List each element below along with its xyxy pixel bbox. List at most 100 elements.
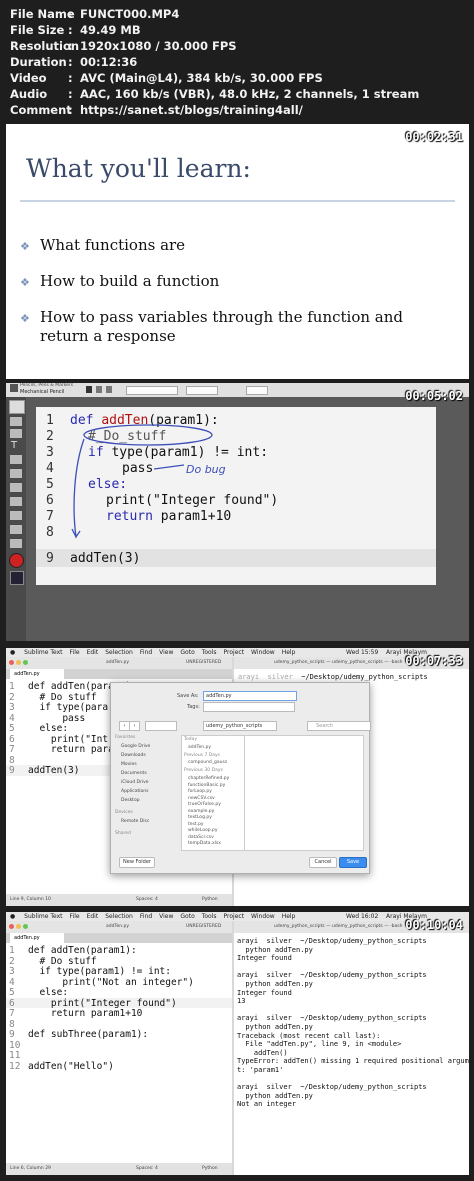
minimize-window-icon[interactable] <box>16 660 21 665</box>
sidebar-item[interactable]: Applications <box>121 789 149 794</box>
forward-icon[interactable]: › <box>129 721 140 731</box>
menu-project[interactable]: Project <box>224 913 245 920</box>
menu-selection[interactable]: Selection <box>105 649 133 656</box>
file-list-item[interactable]: example.py <box>188 809 214 814</box>
file-list[interactable]: Today Previous 7 Days Previous 30 Days a… <box>181 735 245 851</box>
menu-view[interactable]: View <box>159 649 173 656</box>
select-tool-icon[interactable] <box>10 469 22 478</box>
code-line: print("Integer found") <box>28 997 177 1009</box>
editor-titlebar: addTen.py UNREGISTERED <box>6 921 232 933</box>
menu-selection[interactable]: Selection <box>105 913 133 920</box>
sidebar-item[interactable]: Desktop <box>121 798 140 803</box>
redo-icon[interactable] <box>106 386 112 393</box>
new-folder-button[interactable]: New Folder <box>119 857 155 868</box>
tags-input[interactable] <box>203 702 295 712</box>
apple-icon[interactable]: ● <box>10 913 15 920</box>
line-number: 6 <box>9 997 15 1009</box>
hand-tool-icon[interactable] <box>10 525 22 534</box>
file-list-item[interactable]: addTen.py <box>188 745 211 750</box>
code-line: if type(param1) != int: <box>28 966 171 977</box>
menu-project[interactable]: Project <box>224 649 245 656</box>
menu-help[interactable]: Help <box>282 913 296 920</box>
file-list-item[interactable]: test.py <box>188 822 204 827</box>
eraser-tool-icon[interactable] <box>10 455 22 464</box>
menu-goto[interactable]: Goto <box>180 649 194 656</box>
menu-tools[interactable]: Tools <box>202 913 217 920</box>
file-list-item[interactable]: functionBasic.py <box>188 783 225 788</box>
tab-addten[interactable]: addTen.py <box>10 933 64 943</box>
menu-app[interactable]: Sublime Text <box>24 649 62 656</box>
opacity-select[interactable] <box>246 386 268 395</box>
file-list-item[interactable]: textLog.py <box>188 815 212 820</box>
zoom-tool-icon[interactable] <box>10 511 22 520</box>
pen-tool-icon[interactable] <box>9 400 25 414</box>
code-line: if type(para <box>28 702 109 713</box>
size-select[interactable] <box>186 386 218 395</box>
color-picker-icon[interactable] <box>10 571 24 585</box>
menu-edit[interactable]: Edit <box>87 649 99 656</box>
sidebar-item[interactable]: Movies <box>121 762 137 767</box>
menu-goto[interactable]: Goto <box>180 913 194 920</box>
sidebar-item[interactable]: Downloads <box>121 753 146 758</box>
menu-help[interactable]: Help <box>282 649 296 656</box>
file-list-item[interactable]: whileLoop.py <box>188 828 218 833</box>
tab-addten[interactable]: addTen.py <box>10 669 64 679</box>
terminal-output[interactable]: arayi silver ~/Desktop/udemy_python_scri… <box>237 937 469 1167</box>
font-select[interactable] <box>126 386 178 395</box>
menu-tools[interactable]: Tools <box>202 649 217 656</box>
line-number: 7 <box>9 1008 15 1019</box>
text-tool-icon[interactable]: T <box>11 441 21 451</box>
menubar-clock: Wed 15:59 <box>346 649 379 656</box>
terminal-line: 13 <box>237 997 246 1006</box>
file-list-item[interactable]: tempData.xlsx <box>188 841 221 846</box>
menu-find[interactable]: Find <box>140 649 152 656</box>
move-tool-icon[interactable] <box>10 429 22 438</box>
fill-tool-icon[interactable] <box>10 497 22 506</box>
zoom-window-icon[interactable] <box>23 924 28 929</box>
zoom-window-icon[interactable] <box>23 660 28 665</box>
save-as-input[interactable]: addTen.py <box>203 691 297 701</box>
code-area[interactable]: 1 def addTen(param1): 2 # Do stuff 3 if typ… <box>6 945 232 1159</box>
line-number: 11 <box>9 1050 21 1061</box>
menu-window[interactable]: Window <box>251 649 275 656</box>
folder-select[interactable]: udemy_python_scripts <box>203 721 277 731</box>
file-list-item[interactable]: trueOrFalse.py <box>188 802 221 807</box>
file-list-item[interactable]: chapterRefined.py <box>188 776 229 781</box>
color-swatch-icon[interactable] <box>9 553 24 568</box>
save-button[interactable]: Save <box>339 857 367 868</box>
brush-tool-icon[interactable] <box>10 417 22 426</box>
save-icon[interactable] <box>86 386 92 393</box>
menu-file[interactable]: File <box>70 649 80 656</box>
pencil-tool-icon[interactable] <box>10 384 18 392</box>
menu-app[interactable]: Sublime Text <box>24 913 62 920</box>
close-window-icon[interactable] <box>9 660 14 665</box>
view-mode-icon[interactable] <box>145 721 177 731</box>
cancel-button[interactable]: Cancel <box>309 857 337 868</box>
file-list-item[interactable]: dataScr.csv <box>188 835 214 840</box>
sidebar-item[interactable]: Remote Disc <box>121 819 149 824</box>
file-list-item[interactable]: compound_gauss <box>188 760 227 765</box>
close-window-icon[interactable] <box>9 924 14 929</box>
minimize-window-icon[interactable] <box>16 924 21 929</box>
status-bar: Line 9, Column 10 Spaces: 4 Python <box>6 894 232 906</box>
code-line: else: <box>28 723 69 734</box>
file-list-item[interactable]: newCSV.csv <box>188 796 215 801</box>
slide-thumbnail: What you'll learn: ❖ What functions are ❖… <box>6 124 469 379</box>
shape-tool-icon[interactable] <box>10 483 22 492</box>
terminal-line: arayi silver ~/Desktop/udemy_python_scri… <box>237 1014 427 1023</box>
undo-icon[interactable] <box>96 386 102 393</box>
menu-find[interactable]: Find <box>140 913 152 920</box>
menu-window[interactable]: Window <box>251 913 275 920</box>
sidebar-item[interactable]: Google Drive <box>121 744 150 749</box>
sidebar-item[interactable]: iCloud Drive <box>121 780 149 785</box>
menu-file[interactable]: File <box>70 913 80 920</box>
menu-edit[interactable]: Edit <box>87 913 99 920</box>
file-list-item[interactable]: forLoop.py <box>188 789 212 794</box>
search-field[interactable]: Search <box>307 721 371 731</box>
code-line: return param1+10 <box>28 1008 143 1019</box>
menu-view[interactable]: View <box>159 913 173 920</box>
sidebar-item[interactable]: Documents <box>121 771 147 776</box>
timestamp: 00:07:33 <box>405 654 463 668</box>
eyedropper-tool-icon[interactable] <box>10 539 22 548</box>
apple-icon[interactable]: ● <box>10 649 15 656</box>
